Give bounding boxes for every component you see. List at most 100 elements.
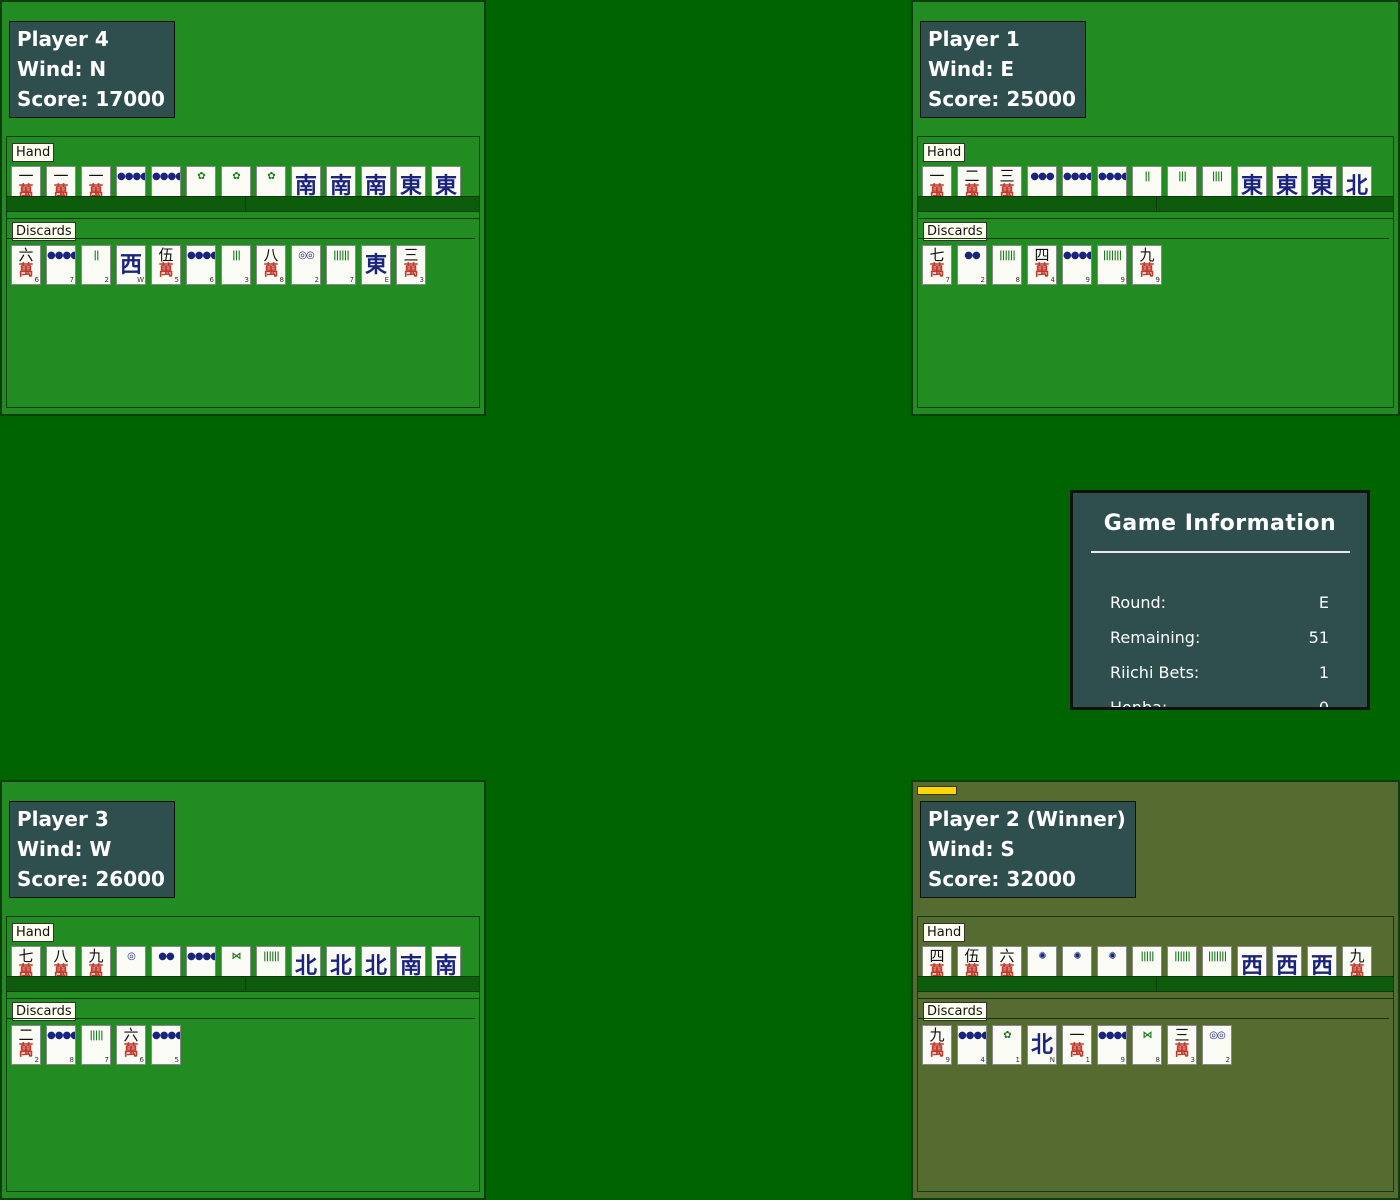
discard-tile: ✿ 1 <box>992 1025 1022 1065</box>
hand-tray <box>7 976 479 992</box>
hand-tile[interactable]: ✿ <box>221 166 251 196</box>
tile-bamboo: ✿ <box>1003 1030 1011 1041</box>
tile-honor: 北 <box>364 953 387 976</box>
tile-suit: 萬 <box>999 182 1015 196</box>
divider <box>7 1018 475 1019</box>
hand-tile[interactable]: ●●●●● <box>1097 166 1127 196</box>
discard-tile: ●● 2 <box>957 245 987 285</box>
hand-tile[interactable]: ●●●● <box>1062 166 1092 196</box>
hand-tile[interactable]: 東 <box>431 166 461 196</box>
tile-circles: ●● <box>964 250 980 261</box>
tile-bamboo: || <box>1144 171 1150 182</box>
hand-tile[interactable]: 二萬 <box>957 166 987 196</box>
hand-tile[interactable]: 南 <box>291 166 321 196</box>
hand-tile[interactable]: 北 <box>361 946 391 976</box>
tile-honor: 東 <box>1275 173 1298 196</box>
hand-tile[interactable]: 四萬 <box>922 946 952 976</box>
hand-tile[interactable]: ||||| <box>1132 946 1162 976</box>
hand-tile[interactable]: |||| <box>1202 166 1232 196</box>
hand-tile[interactable]: 一萬 <box>46 166 76 196</box>
tile-index: 2 <box>1225 1056 1230 1064</box>
hand-tile[interactable]: ||| <box>1167 166 1197 196</box>
tile-bamboo: ||||| <box>1140 951 1154 962</box>
hand-tray <box>918 196 1393 212</box>
hand-tile[interactable]: 伍萬 <box>957 946 987 976</box>
hand-tile[interactable]: 南 <box>326 166 356 196</box>
hand-tile[interactable]: 九萬 <box>81 946 111 976</box>
player-score: Score: 26000 <box>17 867 165 891</box>
discard-tile: 六萬6 <box>116 1025 146 1065</box>
hand-tile[interactable]: |||||| <box>1167 946 1197 976</box>
player-4-discards: 六萬6●●●●●●●7||2西W伍萬5●●●●●●6|||3八萬8◎◎2||||… <box>11 245 431 285</box>
hand-tile[interactable]: ●●●●●●●● <box>116 166 146 196</box>
hand-tile[interactable]: 北 <box>291 946 321 976</box>
hand-tile[interactable]: 一萬 <box>81 166 111 196</box>
hand-tile[interactable]: 八萬 <box>46 946 76 976</box>
hand-tile[interactable]: ●● <box>151 946 181 976</box>
player-name: Player 2 (Winner) <box>928 807 1126 831</box>
hand-tile[interactable]: ●●●●●●●●● <box>151 166 181 196</box>
hand-tile[interactable]: 南 <box>431 946 461 976</box>
hand-tile[interactable]: 南 <box>361 166 391 196</box>
tile-suit: 萬 <box>88 182 104 196</box>
hand-tile[interactable]: ◎ <box>116 946 146 976</box>
hand-tile[interactable]: 東 <box>396 166 426 196</box>
honba-label: Honba: <box>1110 698 1168 710</box>
tile-circles: ●●●●● <box>152 1030 180 1041</box>
hand-tile[interactable]: 六萬 <box>992 946 1022 976</box>
player-2-hand: 四萬伍萬六萬 ✺ ✺ ✺ ||||| |||||| ||||||| 西西西九萬 <box>922 946 1377 976</box>
divider <box>7 238 475 239</box>
tile-circles: ◎◎ <box>298 250 314 261</box>
hand-tile[interactable]: 三萬 <box>992 166 1022 196</box>
hand-tile[interactable]: 九萬 <box>1342 946 1372 976</box>
hand-tile[interactable]: 一萬 <box>922 166 952 196</box>
hand-tray <box>918 976 1393 992</box>
tile-bamboo: ✿ <box>267 171 275 182</box>
hand-tile[interactable]: 西 <box>1307 946 1337 976</box>
hand-tile[interactable]: 一萬 <box>11 166 41 196</box>
hand-tile[interactable]: ✺ <box>1027 946 1057 976</box>
player-name: Player 3 <box>17 807 109 831</box>
tile-suit: 萬 <box>929 182 945 196</box>
hand-tile[interactable]: 北 <box>326 946 356 976</box>
hand-tile[interactable]: ●●●● <box>186 946 216 976</box>
hand-tile[interactable]: 西 <box>1237 946 1267 976</box>
tile-index: 2 <box>314 276 319 284</box>
tile-bamboo: ||||||| <box>1102 250 1123 261</box>
tile-index: 5 <box>174 1056 179 1064</box>
tile-circles: ●●●●●●●●● <box>1098 1030 1127 1041</box>
tile-index: 4 <box>980 1056 985 1064</box>
hand-label: Hand <box>12 143 55 162</box>
tile-index: 3 <box>244 276 249 284</box>
discard-tile: |||||| 7 <box>326 245 356 285</box>
hand-tile[interactable]: || <box>1132 166 1162 196</box>
tile-index: 9 <box>1085 276 1090 284</box>
hand-tile[interactable]: 北 <box>1342 166 1372 196</box>
hand-tile[interactable]: 東 <box>1237 166 1267 196</box>
hand-tile[interactable]: ●●● <box>1027 166 1057 196</box>
player-4-info: Player 4 Wind: N Score: 17000 <box>9 21 175 118</box>
hand-tile[interactable]: ✺ <box>1062 946 1092 976</box>
player-3-info: Player 3 Wind: W Score: 26000 <box>9 801 175 898</box>
player-3-tile-area: Hand 七萬八萬九萬 ◎ ●● ●●●● ⋈ |||||| 北北北南南 Discards … <box>6 916 480 1192</box>
tile-honor: 東 <box>364 252 387 278</box>
hand-tile[interactable]: 西 <box>1272 946 1302 976</box>
hand-tile[interactable]: ✿ <box>256 166 286 196</box>
tile-circles: ●●●●●●●● <box>117 171 146 182</box>
hand-tile[interactable]: 七萬 <box>11 946 41 976</box>
hand-tile[interactable]: 南 <box>396 946 426 976</box>
discard-tile: 北N <box>1027 1025 1057 1065</box>
tile-index: 2 <box>980 276 985 284</box>
hand-tile[interactable]: ⋈ <box>221 946 251 976</box>
hand-tile[interactable]: |||||| <box>256 946 286 976</box>
hand-tile[interactable]: ✿ <box>186 166 216 196</box>
divider <box>918 1018 1389 1019</box>
tile-circles: ●●●●●●●● <box>47 1030 76 1041</box>
discard-tile: ⋈ 8 <box>1132 1025 1162 1065</box>
hand-tile[interactable]: 東 <box>1272 166 1302 196</box>
hand-tile[interactable]: ||||||| <box>1202 946 1232 976</box>
game-info-title: Game Information <box>1103 511 1337 536</box>
hand-tile[interactable]: ✺ <box>1097 946 1127 976</box>
player-4-tile-area: Hand 一萬一萬一萬●●●●●●●●●●●●●●●●●✿✿✿南南南東東 Dis… <box>6 136 480 408</box>
hand-tile[interactable]: 東 <box>1307 166 1337 196</box>
